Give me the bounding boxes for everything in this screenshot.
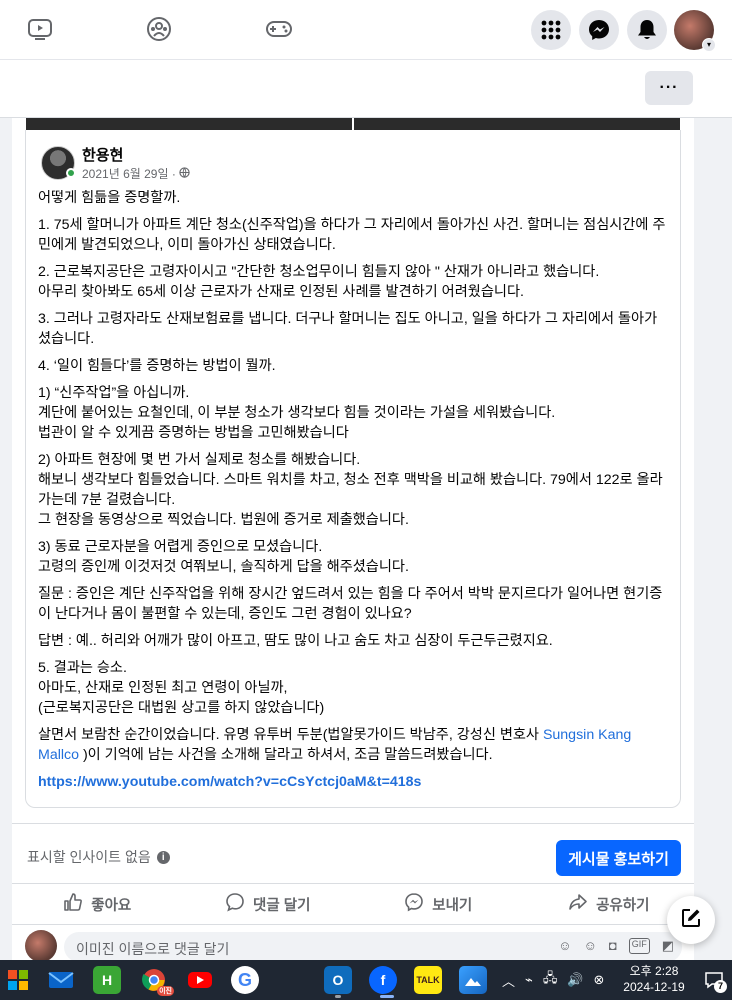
post-meta: 2021년 6월 29일 · [82,165,190,182]
usb-icon[interactable]: ⌁ [525,972,533,988]
avatar-sticker-icon[interactable]: ☺ [558,938,571,954]
send-button[interactable]: 보내기 [353,884,524,924]
profile-badge: 이진 [157,986,174,996]
shared-post: 한용현 2021년 6월 29일 · 어떻게 힘듦을 증명할까. 1. 75세 … [25,130,681,808]
insights-row: 표시할 인사이트 없음 i 게시물 홍보하기 [12,823,694,883]
comment-label: 댓글 달기 [253,897,311,914]
like-label: 좋아요 [91,897,132,914]
post-paragraph: 질문 : 증인은 계단 신주작업을 위해 장시간 엎드려서 있는 힘을 다 주어… [38,586,663,622]
chrome-icon[interactable]: 이진 [140,966,174,996]
online-status-dot [66,168,76,178]
running-indicator [335,995,341,998]
globe-icon [179,166,190,181]
emoji-icon[interactable]: ☺ [584,938,597,954]
more-options-button[interactable]: ··· [645,71,693,105]
author-name[interactable]: 한용현 [82,144,123,165]
compose-icon [680,907,702,934]
post-actions: 좋아요 댓글 달기 보내기 공유하기 [12,883,694,925]
messenger-icon[interactable] [579,10,619,50]
clock-date: 2024-12-19 [623,980,685,994]
send-label: 보내기 [432,897,473,914]
gif-icon[interactable]: GIF [628,938,650,954]
post-paragraph: 2. 근로복지공단은 고령자이시고 "간단한 청소업무이니 힘들지 않아 " 산… [38,264,600,300]
scrollbar-track[interactable] [694,118,732,960]
video-icon[interactable] [25,14,55,44]
camera-icon[interactable]: ◘ [609,938,617,954]
media-thumb[interactable] [354,118,680,130]
post-paragraph: 3) 동료 근로자분을 어렵게 증인으로 모셨습니다. 고령의 증인께 이것저것… [38,539,409,575]
post-paragraph: 1) “신주작업”을 아십니까. 계단에 붙어있는 요철인데, 이 부분 청소가… [38,385,556,441]
post-date[interactable]: 2021년 6월 29일 · [82,165,176,182]
chevron-down-icon[interactable]: ▾ [702,38,716,52]
photos-icon[interactable] [459,966,487,994]
hangul-app-icon[interactable]: H [93,966,121,994]
media-thumb[interactable] [26,118,352,130]
post-card: 한용현 2021년 6월 29일 · 어떻게 힘듦을 증명할까. 1. 75세 … [12,118,694,962]
active-indicator [380,995,394,998]
paragraph-suffix: )이 기억에 남는 사건을 소개해 달라고 하셔서, 조금 말씀드려봤습니다. [79,747,493,763]
comment-tools: ☺ ☺ ◘ GIF ◩ [558,938,674,954]
new-message-button[interactable] [667,896,715,944]
bell-icon[interactable] [627,10,667,50]
chrome-profile-icon[interactable]: f [369,966,397,994]
paragraph-prefix: 살면서 보람찬 순간이었습니다. 유명 유투버 두분(법알못가이드 박남주, 강… [38,727,543,743]
chevron-up-icon[interactable]: ︿ [502,971,515,990]
mail-app-icon[interactable] [47,966,75,994]
menu-grid-icon[interactable] [531,10,571,50]
outlook-icon[interactable]: O [324,966,352,994]
system-tray: ︿ ⌁ 🖧 🔊 ⊗ [502,960,604,1000]
comment-placeholder: 이미진 이름으로 댓글 달기 [76,941,230,957]
taskbar-clock[interactable]: 오후 2:28 2024-12-19 [618,963,690,995]
post-paragraph-last: 살면서 보람찬 순간이었습니다. 유명 유투버 두분(법알못가이드 박남주, 강… [38,725,668,765]
thumbs-up-icon [63,892,83,916]
promote-post-button[interactable]: 게시물 홍보하기 [556,840,681,876]
windows-taskbar: H 이진 G O f TALK ︿ ⌁ 🖧 🔊 ⊗ 오후 2:28 2024-1… [0,960,732,1000]
sticker-icon[interactable]: ◩ [662,938,674,954]
like-button[interactable]: 좋아요 [12,884,183,924]
profile-avatar[interactable]: ▾ [674,10,716,52]
comment-button[interactable]: 댓글 달기 [183,884,354,924]
post-paragraph: 1. 75세 할머니가 아파트 계단 청소(신주작업)을 하다가 그 자리에서 … [38,217,666,253]
post-paragraph: 4. ‘일이 힘들다’를 증명하는 방법이 뭘까. [38,358,276,374]
insights-text: 표시할 인사이트 없음 [27,849,151,865]
insights-label: 표시할 인사이트 없음 i [27,847,170,867]
post-paragraph: 답변 : 예.. 허리와 어깨가 많이 아프고, 땀도 많이 나고 숨도 차고 … [38,633,553,649]
kakaotalk-icon[interactable]: TALK [414,966,442,994]
post-paragraph: 2) 아파트 현장에 몇 번 가서 실제로 청소를 해봤습니다. 해보니 생각보… [38,452,663,528]
notification-center-icon[interactable]: 7 [704,970,727,993]
groups-icon[interactable] [144,14,174,44]
google-icon[interactable]: G [231,966,259,994]
comment-icon [225,892,245,916]
post-body: 어떻게 힘듦을 증명할까. 1. 75세 할머니가 아파트 계단 청소(신주작업… [38,188,668,799]
post-paragraph: 3. 그러나 고령자라도 산재보험료를 냅니다. 더구나 할머니는 집도 아니고… [38,311,658,347]
clock-time: 오후 2:28 [629,964,679,978]
post-paragraph: 5. 결과는 승소. 아마도, 산재로 인정된 최고 연령이 아닐까, (근로복… [38,660,325,716]
youtube-link[interactable]: https://www.youtube.com/watch?v=cCsYctcj… [38,774,421,790]
media-strip [26,118,680,130]
comment-row: 이미진 이름으로 댓글 달기 ☺ ☺ ◘ GIF ◩ [12,930,694,962]
info-icon[interactable]: i [156,850,170,864]
commenter-avatar[interactable] [25,930,57,962]
youtube-icon[interactable] [186,966,214,994]
close-circle-icon[interactable]: ⊗ [594,972,605,988]
notification-count: 7 [714,980,727,993]
share-label: 공유하기 [596,897,650,914]
network-icon[interactable]: 🖧 [543,969,558,991]
top-navigation: ▾ [0,0,732,60]
page-subbar: ··· [0,60,732,118]
share-icon [568,892,588,916]
volume-icon[interactable]: 🔊 [567,972,583,988]
post-paragraph: 어떻게 힘듦을 증명할까. [38,190,181,206]
comment-input[interactable]: 이미진 이름으로 댓글 달기 ☺ ☺ ◘ GIF ◩ [64,932,682,962]
start-icon[interactable] [4,966,32,994]
messenger-send-icon [404,892,424,916]
gaming-icon[interactable] [264,14,294,44]
